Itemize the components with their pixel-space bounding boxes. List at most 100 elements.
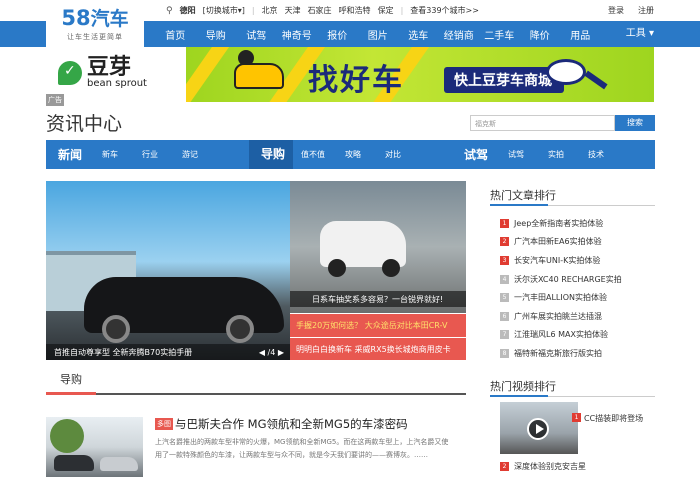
switch-city-link[interactable]: [切换城市▾] [203,5,245,16]
login-link[interactable]: 登录 [608,5,624,16]
category-head-test-drive[interactable]: 试驾 [452,146,496,163]
category-sub[interactable]: 行业 [130,149,170,160]
register-link[interactable]: 注册 [638,5,654,16]
slide-pager[interactable]: ◀ /4 ▶ [259,348,284,357]
rank-number: 3 [500,255,509,265]
logo-number: 58 [61,5,91,30]
bean-sprout-brand[interactable]: 豆芽 bean sprout [58,57,147,89]
wheel [382,259,400,277]
play-icon[interactable] [527,418,549,440]
city-link[interactable]: 保定 [378,5,394,16]
nav-item-select-car[interactable]: 选车 [398,27,439,42]
banner-car-illustration [234,63,284,89]
brand-name-cn: 豆芽 [87,55,132,80]
nav-item-home[interactable]: 首页 [155,27,196,42]
magnifier-handle [584,70,608,90]
featured-side-slide[interactable]: 日系车抽奖系多容易？一台锐界就好! [290,181,466,313]
wheel [226,315,254,343]
category-sub[interactable]: 技术 [576,149,616,160]
featured-link[interactable]: 手握20万如何选？ 大众途岳对比本田CR-V [290,314,466,337]
wheel [102,315,130,343]
rank-number: 1 [500,218,509,228]
list-item[interactable]: 7 江淮瑞风L6 MAX实拍体验 [500,326,655,345]
search-input[interactable]: 福克斯 [470,115,615,131]
list-item-text: 江淮瑞风L6 MAX实拍体验 [514,330,608,340]
city-link[interactable]: 北京 [262,5,278,16]
category-sub[interactable]: 实拍 [536,149,576,160]
divider-accent [490,204,548,206]
side-caption: 日系车抽奖系多容易？一台锐界就好! [290,291,466,307]
video-title[interactable]: CC描装即将登场 [584,413,643,424]
divider-accent [490,395,548,397]
category-sub[interactable]: 新车 [90,149,130,160]
nav-item-test-drive[interactable]: 试驾 [236,27,277,42]
featured-slide[interactable]: 首推自动尊享型 全新奔腾B70实拍手册 ◀ /4 ▶ [46,181,290,360]
nav-item-discounts[interactable]: 降价 [520,27,561,42]
section-divider [490,395,655,397]
tree-illustration [50,419,84,453]
list-item[interactable]: 6 广州车展实拍眺兰达插混 [500,307,655,326]
list-item[interactable]: 2 广汽本田新EA6实拍体验 [500,233,655,252]
city-link[interactable]: 石家庄 [308,5,332,16]
category-sub[interactable]: 游记 [170,149,210,160]
current-city[interactable]: 德阳 [180,5,196,16]
location-pin-icon: ⚲ [166,5,173,16]
brand-text: 豆芽 bean sprout [87,57,147,89]
multi-image-badge: 多图 [155,418,173,430]
list-item-text: 广州车展实拍眺兰达插混 [514,311,602,321]
nav-item-magic[interactable]: 神奇号 [277,27,318,42]
city-link[interactable]: 天津 [285,5,301,16]
list-item-text: 长安汽车UNI-K实拍体验 [514,255,601,265]
hot-videos-title: 热门视频排行 [490,380,556,393]
section-divider [490,204,655,206]
city-selector: ⚲ 德阳 [切换城市▾] | 北京 天津 石家庄 呼和浩特 保定 | 查看339… [166,5,479,16]
list-item[interactable]: 5 一汽丰田ALLION实拍体验 [500,288,655,307]
banner-stripe [186,47,235,102]
article-thumbnail[interactable] [46,417,143,477]
video-thumbnail[interactable] [500,402,578,454]
ad-banner[interactable]: 找好车 快上豆芽车商城 [186,47,654,102]
list-item[interactable]: 8 福特新福克斯旅行版实拍 [500,344,655,363]
logo-slogan: 让车生活更简单 [67,32,123,41]
nav-item-guide[interactable]: 导购 [196,27,237,42]
list-item-text: 一汽丰田ALLION实拍体验 [514,293,608,303]
hot-articles-title: 热门文章排行 [490,189,556,202]
featured-link[interactable]: 明明白白换新车 采威RX5换长城炮商用皮卡 [290,338,466,360]
wheel [328,259,346,277]
site-logo[interactable]: 58 汽车 让车生活更简单 [46,0,144,48]
rank-number: 8 [500,348,509,358]
category-sub[interactable]: 试驾 [496,149,536,160]
rank-number: 5 [500,293,509,303]
search-button[interactable]: 搜索 [615,115,655,131]
nav-item-pictures[interactable]: 图片 [358,27,399,42]
category-head-guide[interactable]: 导购 [249,140,294,169]
rank-number: 6 [500,311,509,321]
car-illustration [100,457,138,471]
magnifier-icon [546,59,586,85]
nav-item-used-cars[interactable]: 二手车 [479,27,520,42]
car-illustration [54,455,94,471]
nav-item-price[interactable]: 报价 [317,27,358,42]
all-cities-link[interactable]: 查看339个城市>> [410,5,479,16]
category-group-test-drive: 试驾 试驾 实拍 技术 [452,140,616,169]
category-sub[interactable]: 攻略 [333,149,373,160]
nav-tools-dropdown[interactable]: 工具 ▾ [626,21,654,47]
ad-label: 广告 [46,94,64,106]
leaf-logo-icon [58,61,82,85]
city-link[interactable]: 呼和浩特 [339,5,371,16]
list-item[interactable]: 4 沃尔沃XC40 RECHARGE实拍 [500,270,655,289]
brand-name-en: bean sprout [87,78,147,89]
rank-number: 1 [572,413,581,422]
guide-tab[interactable]: 导购 [46,368,96,395]
nav-item-dealers[interactable]: 经销商 [439,27,480,42]
category-sub[interactable]: 值不值 [293,149,333,160]
list-item[interactable]: 3 长安汽车UNI-K实拍体验 [500,251,655,270]
list-item[interactable]: 1 Jeep全新指南者实拍体验 [500,214,655,233]
rank-number: 7 [500,330,509,340]
article-title[interactable]: 与巴斯夫合作 MG领航和全新MG5的车漆密码 [175,416,408,432]
category-sub[interactable]: 对比 [373,149,413,160]
category-head-news[interactable]: 新闻 [46,146,90,163]
video-title[interactable]: 深度体验别克安吉星 [514,461,586,472]
nav-item-accessories[interactable]: 用品 [560,27,601,42]
list-item-text: 福特新福克斯旅行版实拍 [514,348,602,358]
